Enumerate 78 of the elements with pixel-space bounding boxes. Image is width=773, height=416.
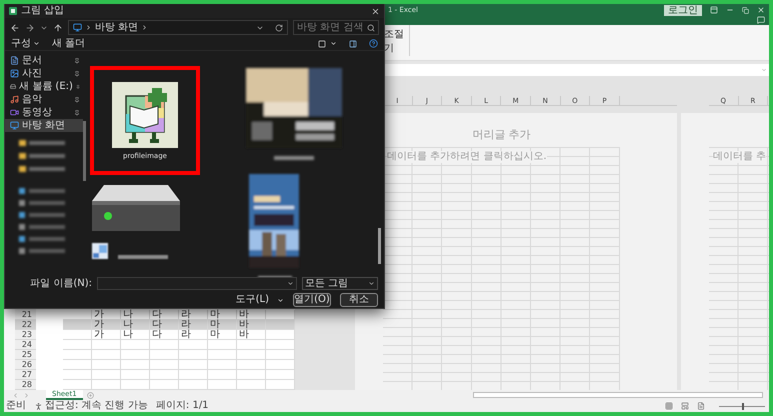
- app-icon: [9, 7, 17, 15]
- cell-text: 마: [210, 309, 220, 320]
- toolbar-button[interactable]: 새 폴더: [52, 38, 86, 50]
- sidebar-item[interactable]: 동영상: [5, 106, 83, 119]
- status-text: 준비: [6, 400, 26, 412]
- folder-icon: [10, 121, 19, 130]
- accessibility-status[interactable]: 접근성: 계속 진행 가능: [45, 400, 148, 412]
- folder-icon: [10, 69, 19, 78]
- cell-text: 바: [239, 309, 249, 320]
- cell-text: 다: [152, 309, 162, 320]
- chevron-icon: [141, 24, 148, 31]
- cell-text: 가: [94, 329, 104, 340]
- cell-text: 나: [123, 319, 133, 330]
- ribbon-label[interactable]: 기: [384, 43, 409, 55]
- cancel-button[interactable]: 취소: [340, 293, 378, 307]
- refresh-icon[interactable]: [275, 24, 283, 32]
- drive-icon[interactable]: [90, 183, 182, 233]
- chevron-icon: [85, 24, 92, 31]
- help-icon[interactable]: [369, 39, 378, 48]
- cell-text: 라: [181, 319, 191, 330]
- folder-icon: [10, 95, 19, 104]
- horizontal-scrollbar[interactable]: [473, 392, 763, 398]
- ribbon-display-icon[interactable]: [710, 6, 718, 14]
- cell-text: 바: [239, 319, 249, 330]
- search-field[interactable]: 바탕 화면 검색: [293, 20, 379, 35]
- file-name-label: 파일 이름(N):: [30, 278, 92, 290]
- caret-icon: [277, 296, 284, 304]
- folder-icon: [10, 82, 16, 91]
- scrollbar-thumb[interactable]: [378, 228, 381, 264]
- back-button[interactable]: [10, 22, 20, 32]
- ribbon-label[interactable]: 조절: [384, 29, 409, 41]
- caret-icon: [368, 280, 375, 287]
- sidebar-item[interactable]: 문서: [5, 54, 83, 67]
- address-bar[interactable]: 바탕 화면: [68, 20, 288, 35]
- forward-button[interactable]: [25, 22, 35, 32]
- page-break-icon[interactable]: [697, 402, 705, 410]
- caret-icon[interactable]: [287, 280, 294, 287]
- sidebar-item[interactable]: 사진: [5, 67, 83, 80]
- dialog-title: 그림 삽입: [21, 5, 66, 17]
- close-icon[interactable]: [757, 6, 765, 14]
- view-icon[interactable]: [318, 40, 326, 48]
- file-name-field[interactable]: [97, 277, 297, 290]
- comment-icon[interactable]: [757, 16, 765, 24]
- up-button[interactable]: [53, 22, 63, 32]
- toolbar-button[interactable]: 구성: [11, 38, 40, 50]
- cell-text: 라: [181, 309, 191, 320]
- address-text[interactable]: 바탕 화면: [95, 22, 138, 34]
- normal-view-icon[interactable]: [665, 402, 673, 410]
- sidebar-item[interactable]: 음악: [5, 93, 83, 106]
- preview-pane-icon[interactable]: [349, 40, 357, 48]
- sidebar-item[interactable]: 바탕 화면: [5, 119, 83, 132]
- view-menu-icon[interactable]: [330, 40, 337, 47]
- search-icon: [367, 24, 375, 32]
- row-header[interactable]: 22: [15, 320, 36, 330]
- folder-icon: [10, 56, 19, 65]
- cell-text: 가: [94, 319, 104, 330]
- tools-button[interactable]: 도구(L): [236, 294, 284, 306]
- close-icon[interactable]: [371, 6, 380, 16]
- sidebar-item[interactable]: 새 볼륨 (E:): [5, 80, 83, 93]
- desktop-icon: [73, 23, 82, 32]
- open-button[interactable]: 열기(O): [293, 293, 331, 307]
- page-count: 페이지: 1/1: [156, 400, 209, 412]
- cell-text: 나: [123, 329, 133, 340]
- cell-text: 마: [210, 319, 220, 330]
- cell-text: 바: [239, 329, 249, 340]
- login-button[interactable]: 로그인: [664, 4, 702, 16]
- cell-text: 라: [181, 329, 191, 340]
- cell-text: 가: [94, 309, 104, 320]
- page-layout-icon[interactable]: [681, 402, 689, 410]
- file-type-dropdown[interactable]: 모든 그림: [302, 277, 378, 290]
- cell-text: 마: [210, 329, 220, 340]
- cell-text: 다: [152, 319, 162, 330]
- cell-text: 다: [152, 329, 162, 340]
- cell-text: 나: [123, 309, 133, 320]
- restore-icon[interactable]: [742, 6, 749, 14]
- accessibility-icon: [34, 402, 43, 410]
- folder-icon: [10, 108, 19, 117]
- scrollbar-thumb[interactable]: [83, 121, 86, 181]
